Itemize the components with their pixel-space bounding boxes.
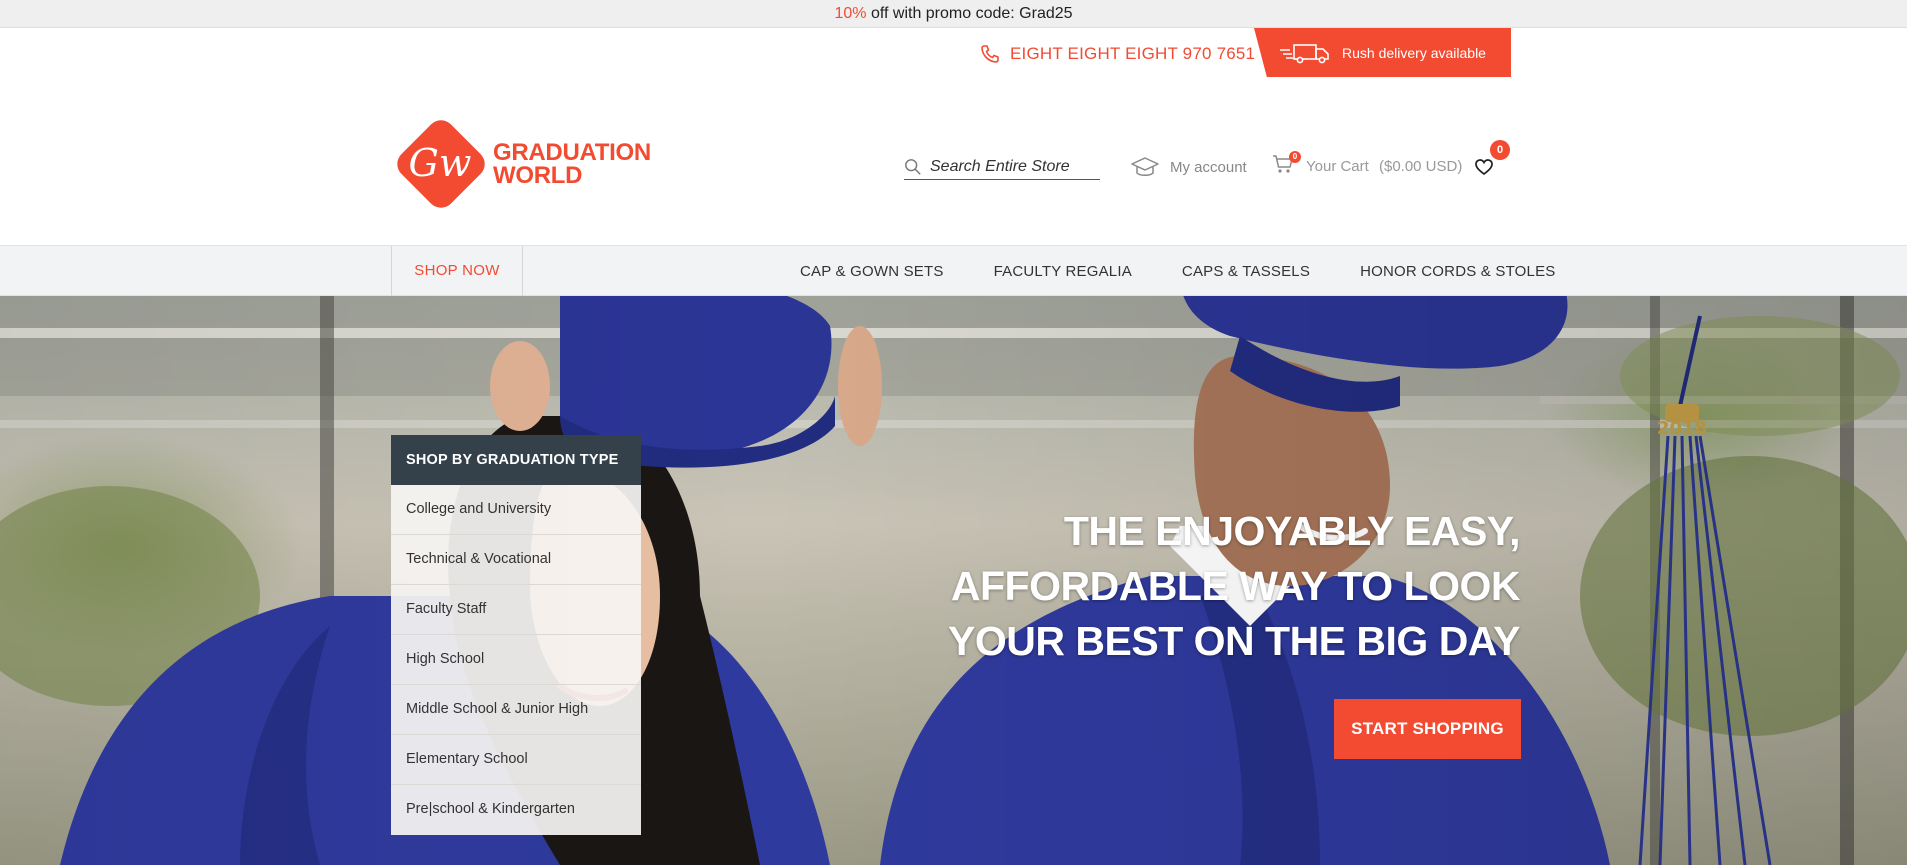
nav-honor-cords-stoles[interactable]: HONOR CORDS & STOLES — [1360, 263, 1555, 280]
nav-cap-gown-sets[interactable]: CAP & GOWN SETS — [800, 263, 944, 280]
headline-line-3: YOUR BEST ON THE BIG DAY — [948, 618, 1520, 664]
page: 10% off with promo code: Grad25 EIGHT EI… — [0, 0, 1907, 865]
menu-item-college[interactable]: College and University — [391, 485, 641, 535]
nav-caps-tassels[interactable]: CAPS & TASSELS — [1182, 263, 1310, 280]
search-icon — [905, 158, 921, 175]
nav-links: CAP & GOWN SETS FACULTY REGALIA CAPS & T… — [775, 246, 1581, 296]
search-input[interactable] — [930, 157, 1100, 176]
logo-line-2: WORLD — [493, 162, 583, 189]
menu-item-faculty[interactable]: Faculty Staff — [391, 585, 641, 635]
cart-count-badge: 0 — [1289, 151, 1301, 163]
wishlist-count-badge: 0 — [1490, 140, 1510, 160]
wishlist-link[interactable]: 0 — [1474, 140, 1510, 180]
account-link[interactable]: My account — [1130, 154, 1247, 180]
search-box[interactable] — [904, 154, 1100, 180]
heart-icon — [1475, 159, 1493, 176]
promo-text: off with promo code: Grad25 — [870, 5, 1073, 22]
cart-icon-wrap: 0 — [1272, 151, 1301, 178]
graduation-type-menu: SHOP BY GRADUATION TYPE College and Univ… — [391, 435, 641, 835]
headline-line-1: THE ENJOYABLY EASY, — [1063, 508, 1521, 554]
menu-item-middle-school[interactable]: Middle School & Junior High — [391, 685, 641, 735]
rush-delivery-label: Rush delivery available — [1342, 44, 1486, 61]
graduation-cap-icon — [1131, 157, 1159, 176]
menu-item-elementary[interactable]: Elementary School — [391, 735, 641, 785]
cart-label: Your Cart — [1306, 157, 1369, 175]
nav-faculty-regalia[interactable]: FACULTY REGALIA — [994, 263, 1132, 280]
phone-icon — [981, 45, 999, 63]
hero-headline: THE ENJOYABLY EASY, AFFORDABLE WAY TO LO… — [900, 504, 1520, 669]
cart-total: ($0.00 USD) — [1378, 157, 1463, 175]
promo-percent: 10% — [834, 5, 867, 22]
promo-bar: 10% off with promo code: Grad25 — [0, 0, 1907, 28]
headline-line-2: AFFORDABLE WAY TO LOOK — [950, 563, 1521, 609]
start-shopping-button[interactable]: START SHOPPING — [1334, 699, 1521, 759]
menu-item-high-school[interactable]: High School — [391, 635, 641, 685]
menu-item-preschool[interactable]: Pre|school & Kindergarten — [391, 785, 641, 835]
account-label: My account — [1170, 158, 1247, 176]
logo-mark: Gw — [397, 120, 485, 208]
logo[interactable]: Gw GRADUATION WORLD — [389, 112, 651, 216]
cart-link[interactable]: 0 Your Cart ($0.00 USD) — [1272, 151, 1463, 180]
shop-now-button[interactable]: SHOP NOW — [391, 246, 523, 296]
menu-title: SHOP BY GRADUATION TYPE — [391, 435, 641, 485]
logo-monogram: Gw — [409, 141, 472, 185]
phone-number: EIGHT EIGHT EIGHT 970 7651 — [1010, 44, 1256, 63]
logo-wordmark: GRADUATION WORLD — [493, 139, 651, 189]
truck-icon — [1280, 43, 1329, 63]
phone-link[interactable]: EIGHT EIGHT EIGHT 970 7651 — [980, 41, 1255, 67]
logo-line-1: GRADUATION — [493, 139, 651, 166]
rush-delivery-banner[interactable]: Rush delivery available — [1254, 28, 1511, 77]
main-nav: SHOP NOW CAP & GOWN SETS FACULTY REGALIA… — [0, 245, 1907, 296]
menu-item-technical[interactable]: Technical & Vocational — [391, 535, 641, 585]
